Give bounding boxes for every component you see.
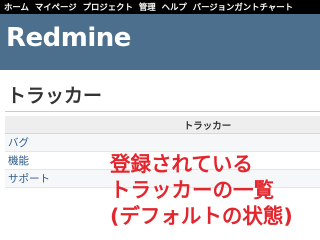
tracker-link-support[interactable]: サポート	[8, 173, 50, 185]
caption-line-1: 登録されている	[110, 152, 253, 176]
menu-help[interactable]: ヘルプ	[162, 0, 187, 14]
tracker-link-bug[interactable]: バグ	[8, 137, 29, 149]
menu-my-page[interactable]: マイページ	[35, 0, 77, 14]
menu-home[interactable]: ホーム	[4, 0, 29, 14]
title-divider	[5, 111, 320, 112]
app-title: Redmine	[6, 23, 131, 53]
annotation-caption: 登録されている トラッカーの一覧 (デフォルトの状態)	[110, 151, 293, 229]
table-row: バグ	[5, 133, 320, 152]
top-menu: ホーム マイページ プロジェクト 管理 ヘルプ バージョンガントチャート	[0, 0, 320, 14]
page-title: トラッカー	[7, 85, 103, 107]
menu-administration[interactable]: 管理	[139, 0, 156, 14]
caption-line-3: (デフォルトの状態)	[110, 204, 293, 228]
tracker-link-feature[interactable]: 機能	[8, 155, 29, 167]
redmine-window: ホーム マイページ プロジェクト 管理 ヘルプ バージョンガントチャート Red…	[0, 0, 320, 240]
table-header-row: トラッカー	[5, 116, 320, 134]
header: Redmine	[0, 14, 320, 70]
caption-line-2: トラッカーの一覧	[110, 178, 274, 202]
menu-projects[interactable]: プロジェクト	[83, 0, 133, 14]
column-header-tracker[interactable]: トラッカー	[5, 116, 320, 134]
menu-version-gantt[interactable]: バージョンガントチャート	[193, 0, 293, 14]
